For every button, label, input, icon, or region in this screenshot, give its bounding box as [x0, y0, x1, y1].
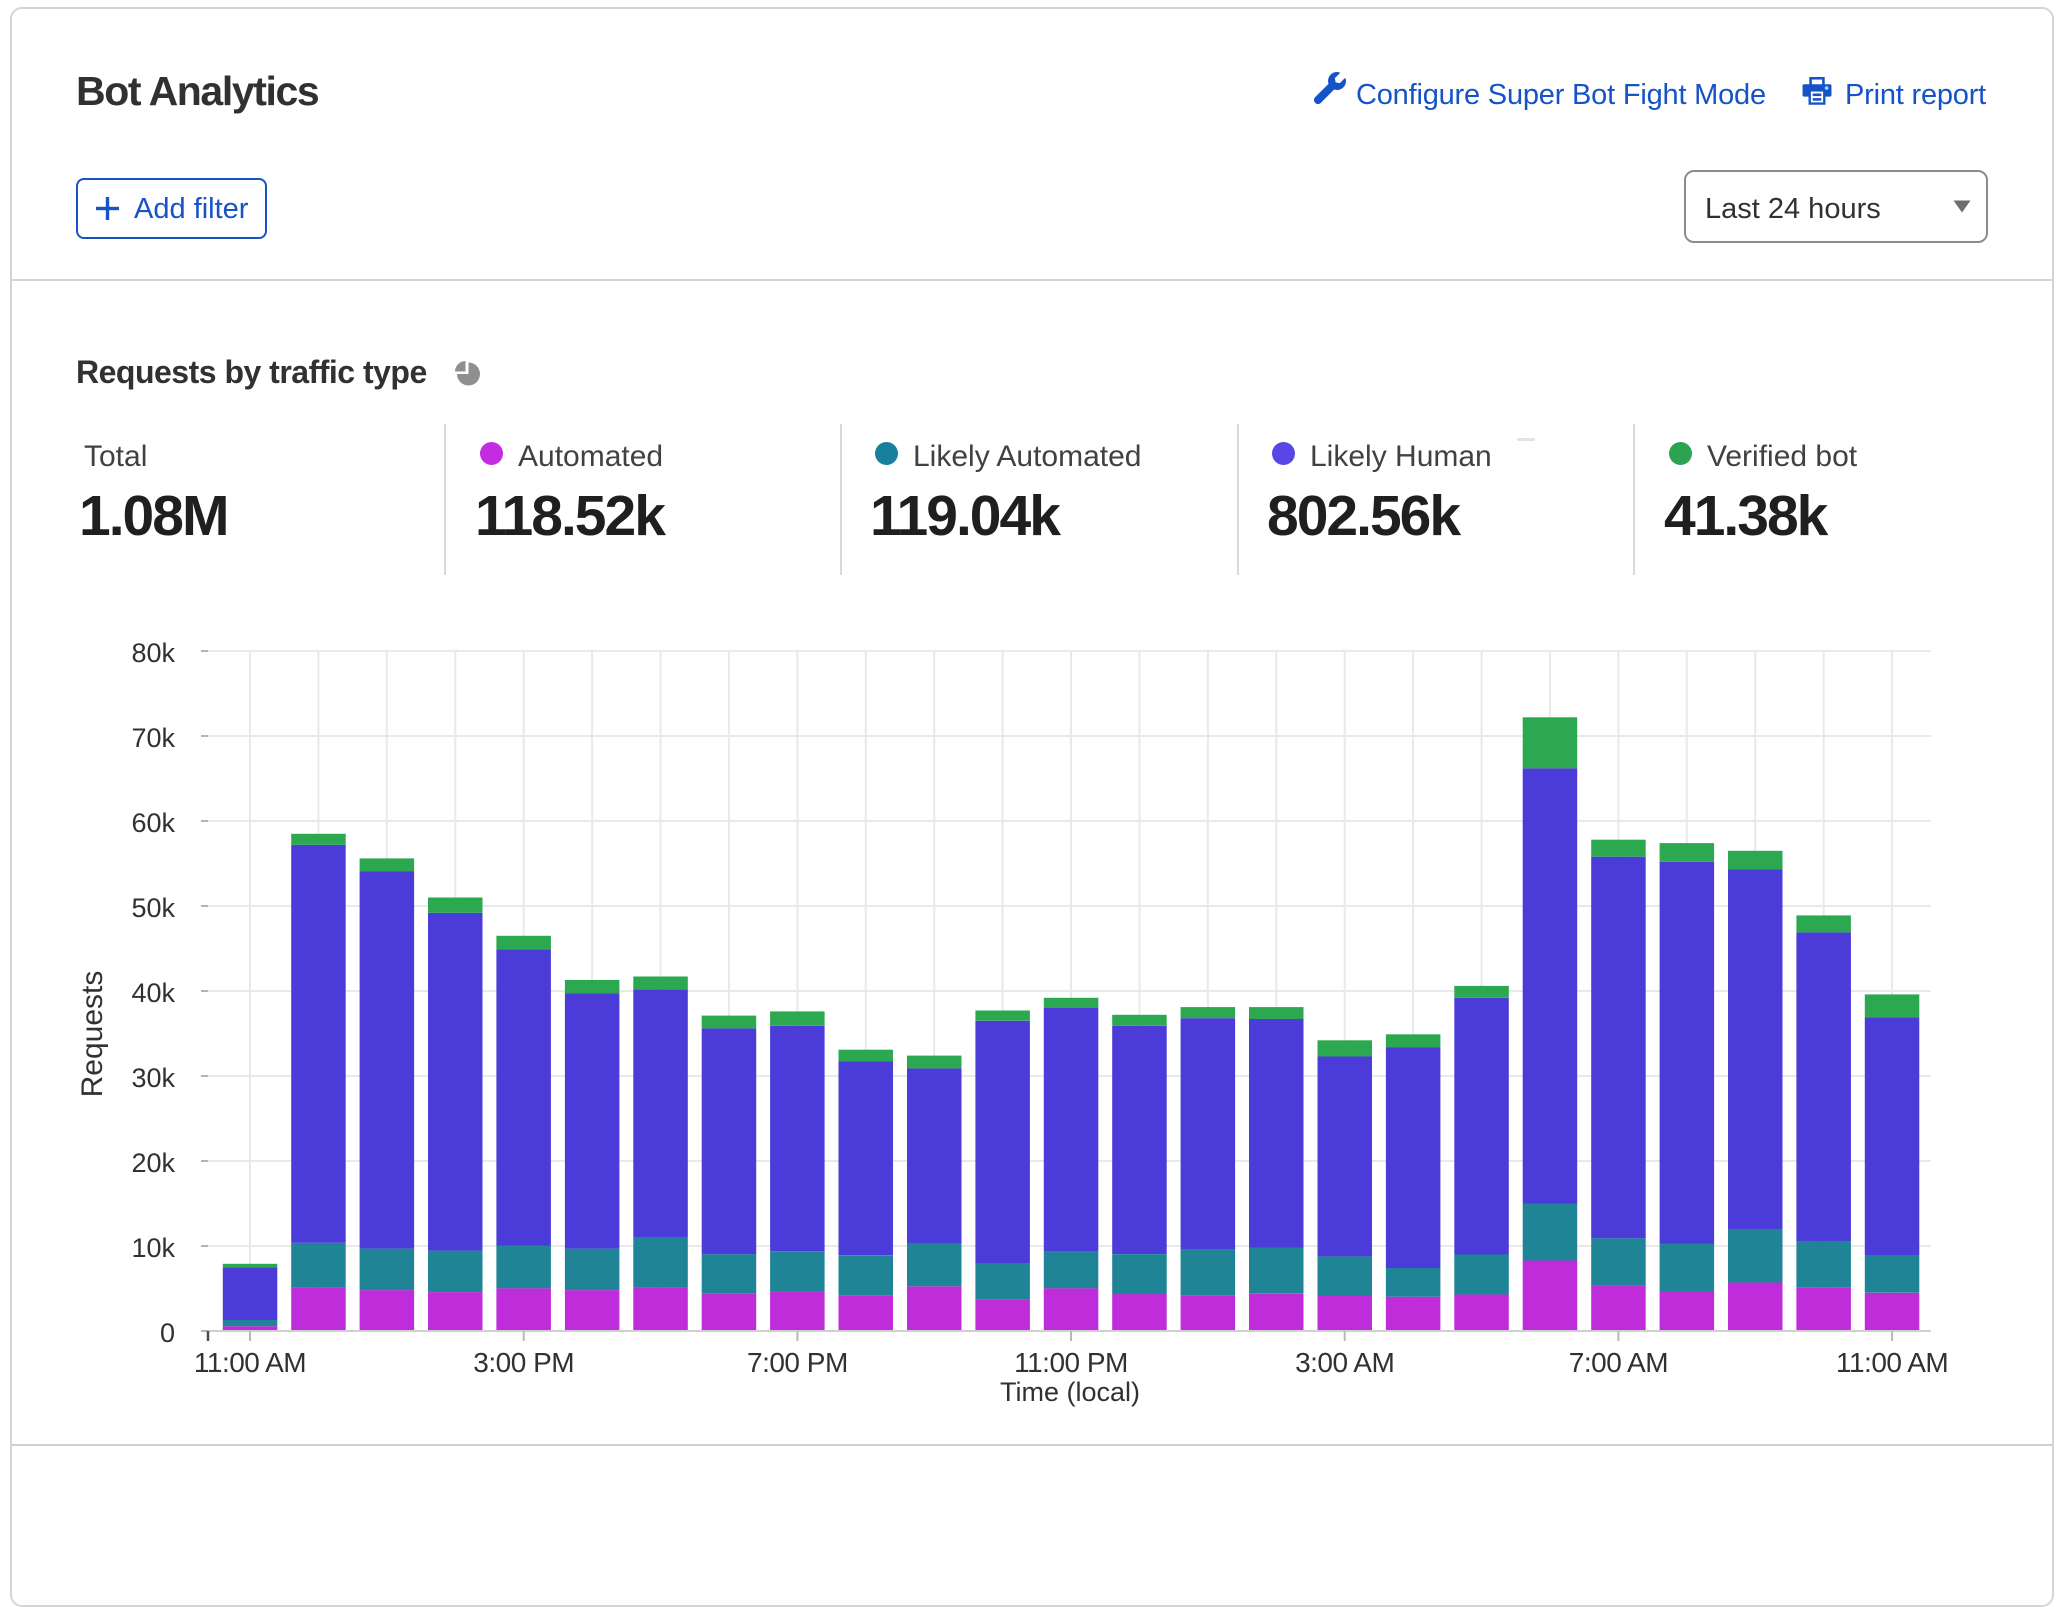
svg-text:Time (local): Time (local) [1000, 1377, 1140, 1407]
svg-text:60k: 60k [131, 808, 175, 838]
svg-text:11:00 PM: 11:00 PM [1014, 1347, 1128, 1378]
svg-text:11:00 AM: 11:00 AM [194, 1347, 306, 1378]
svg-text:7:00 PM: 7:00 PM [747, 1347, 848, 1378]
svg-text:3:00 AM: 3:00 AM [1295, 1347, 1394, 1378]
svg-text:Requests: Requests [76, 971, 109, 1098]
svg-text:80k: 80k [131, 638, 175, 668]
svg-text:11:00 AM: 11:00 AM [1836, 1347, 1948, 1378]
svg-text:3:00 PM: 3:00 PM [473, 1347, 574, 1378]
svg-text:7:00 AM: 7:00 AM [1569, 1347, 1668, 1378]
svg-text:0: 0 [160, 1318, 175, 1348]
svg-text:70k: 70k [131, 723, 175, 753]
svg-text:50k: 50k [131, 893, 175, 923]
svg-text:20k: 20k [131, 1148, 175, 1178]
svg-text:30k: 30k [131, 1063, 175, 1093]
svg-text:10k: 10k [131, 1233, 175, 1263]
svg-text:40k: 40k [131, 978, 175, 1008]
